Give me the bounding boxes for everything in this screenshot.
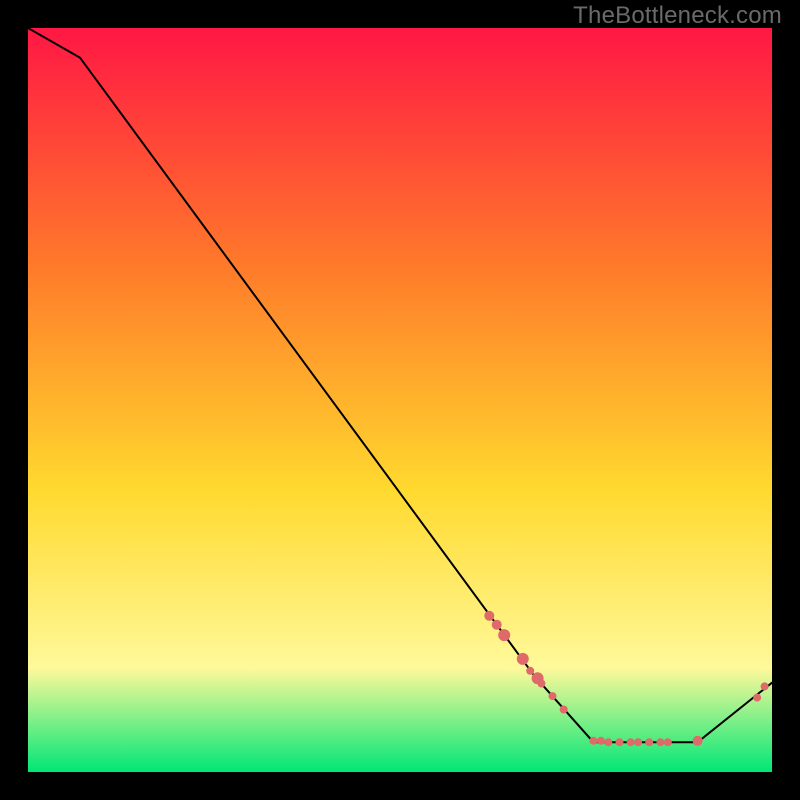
data-point [656,738,664,746]
data-point [693,736,703,746]
data-point [597,737,605,745]
data-point [634,738,642,746]
data-point [604,738,612,746]
data-point [498,629,510,641]
data-point [664,738,672,746]
chart-plot-area [28,28,772,772]
data-point [549,692,557,700]
data-point [753,694,761,702]
data-point [526,667,534,675]
data-point [492,620,502,630]
data-point [560,706,568,714]
watermark-text: TheBottleneck.com [573,2,782,30]
chart-svg [28,28,772,772]
data-point [761,682,769,690]
data-point [616,738,624,746]
data-point [645,738,653,746]
data-point [517,653,529,665]
data-point [484,611,494,621]
data-point [537,680,545,688]
data-point [589,737,597,745]
data-point [627,738,635,746]
chart-frame: TheBottleneck.com [0,0,800,800]
